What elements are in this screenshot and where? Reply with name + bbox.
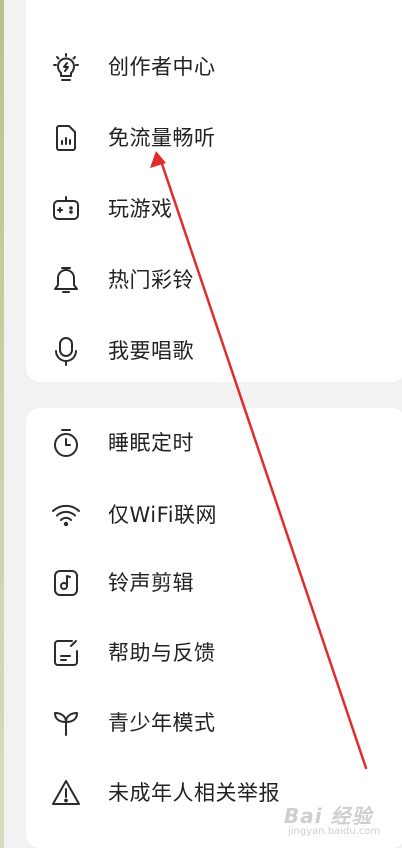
menu-item-ringtones[interactable]: 热门彩铃 [26,252,402,308]
lightbulb-icon [50,51,82,83]
menu-item-label: 铃声剪辑 [108,571,194,595]
menu-item-free-data[interactable]: 免流量畅听 [26,110,402,166]
gamepad-icon [50,193,82,225]
menu-item-label: 免流量畅听 [108,126,216,150]
menu-item-label: 仅WiFi联网 [108,503,218,527]
menu-item-minor-report[interactable]: 未成年人相关举报 [26,765,402,821]
menu-item-ringtone-cut[interactable]: 铃声剪辑 [26,555,402,611]
menu-item-label: 睡眠定时 [108,431,194,455]
menu-item-label: 帮助与反馈 [108,641,216,665]
menu-card-creator: 创作者中心 免流量畅听 玩游戏 热门彩铃 我要唱歌 [26,0,402,382]
menu-item-games[interactable]: 玩游戏 [26,181,402,237]
menu-item-label: 我要唱歌 [108,339,194,363]
warning-icon [50,777,82,809]
feedback-icon [50,637,82,669]
menu-item-sleep-timer[interactable]: 睡眠定时 [26,415,402,471]
menu-item-label: 未成年人相关举报 [108,781,280,805]
menu-item-label: 创作者中心 [108,55,216,79]
menu-item-creator-center[interactable]: 创作者中心 [26,39,402,95]
menu-card-settings: 睡眠定时 仅WiFi联网 铃声剪辑 帮助与反馈 青少年模式 未成年人相关举报 [26,408,402,848]
menu-item-label: 青少年模式 [108,711,216,735]
sprout-icon [50,707,82,739]
menu-item-help-feedback[interactable]: 帮助与反馈 [26,625,402,681]
menu-item-wifi-only[interactable]: 仅WiFi联网 [26,487,402,543]
music-note-icon [50,567,82,599]
microphone-icon [50,335,82,367]
left-edge-strip [0,0,4,848]
wifi-icon [50,499,82,531]
menu-item-teen-mode[interactable]: 青少年模式 [26,695,402,751]
menu-item-label: 热门彩铃 [108,268,194,292]
timer-icon [50,427,82,459]
menu-item-karaoke[interactable]: 我要唱歌 [26,323,402,379]
menu-item-label: 玩游戏 [108,197,173,221]
sim-card-icon [50,122,82,154]
bell-icon [50,264,82,296]
